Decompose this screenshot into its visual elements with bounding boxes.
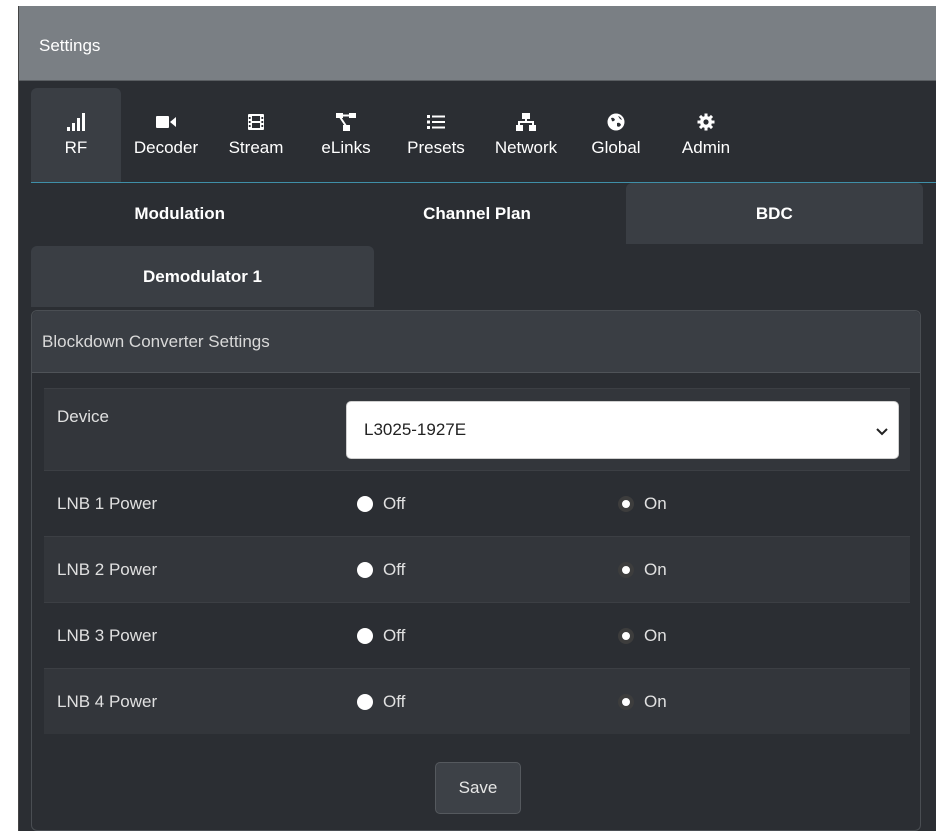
tab-stream[interactable]: Stream (211, 88, 301, 182)
gear-icon (697, 111, 715, 133)
tab-demodulator-1[interactable]: Demodulator 1 (31, 246, 374, 307)
network-icon (516, 111, 536, 133)
settings-rows: Device L3025-1927E LNB 1 Power Off On LN… (44, 388, 910, 734)
radio-label: Off (383, 691, 406, 711)
main-tab-bar: RF Decoder Stream eLinks Presets Network… (31, 88, 936, 183)
tab-admin[interactable]: Admin (661, 88, 751, 182)
lnb-2-label: LNB 2 Power (57, 559, 158, 579)
lnb-4-label: LNB 4 Power (57, 691, 158, 711)
tab-bdc[interactable]: BDC (625, 183, 923, 244)
lnb-3-on-radio[interactable]: On (614, 626, 667, 646)
radio-checked-icon (618, 627, 634, 644)
tab-channel-plan[interactable]: Channel Plan (328, 183, 625, 244)
radio-unchecked-icon (357, 561, 373, 578)
tab-label: Global (591, 138, 641, 157)
lnb-1-off-radio[interactable]: Off (334, 494, 614, 514)
lnb-3-off-radio[interactable]: Off (334, 626, 614, 646)
lnb-4-row: LNB 4 Power Off On (44, 668, 910, 734)
tab-network[interactable]: Network (481, 88, 571, 182)
settings-panel: Settings RF Decoder Stream eLinks Preset… (18, 6, 936, 831)
video-camera-icon (156, 111, 176, 133)
device-label: Device (57, 407, 109, 426)
device-select[interactable]: L3025-1927E (346, 401, 899, 459)
lnb-2-row: LNB 2 Power Off On (44, 536, 910, 602)
radio-label: On (644, 625, 667, 645)
radio-unchecked-icon (357, 693, 373, 710)
radio-label: Off (383, 625, 406, 645)
project-diagram-icon (336, 111, 356, 133)
tab-presets[interactable]: Presets (391, 88, 481, 182)
tab-label: RF (64, 138, 88, 157)
tab-label: Network (494, 138, 558, 157)
panel-header: Settings (19, 6, 936, 81)
tab-elinks[interactable]: eLinks (301, 88, 391, 182)
lnb-3-row: LNB 3 Power Off On (44, 602, 910, 668)
tab-label: Stream (228, 138, 284, 157)
lnb-2-on-radio[interactable]: On (614, 560, 667, 580)
lnb-2-off-radio[interactable]: Off (334, 560, 614, 580)
globe-icon (607, 111, 625, 133)
lnb-1-row: LNB 1 Power Off On (44, 470, 910, 536)
chevron-down-icon (876, 422, 888, 442)
radio-checked-icon (618, 561, 634, 578)
lnb-1-on-radio[interactable]: On (614, 494, 667, 514)
device-select-value: L3025-1927E (364, 420, 467, 439)
page-margin (0, 0, 6, 831)
radio-label: On (644, 493, 667, 513)
lnb-4-on-radio[interactable]: On (614, 692, 667, 712)
radio-label: On (644, 559, 667, 579)
radio-label: On (644, 691, 667, 711)
tab-decoder[interactable]: Decoder (121, 88, 211, 182)
tab-modulation[interactable]: Modulation (31, 183, 328, 244)
list-icon (427, 111, 445, 133)
radio-unchecked-icon (357, 495, 373, 512)
tab-label: Decoder (133, 138, 199, 157)
lnb-4-off-radio[interactable]: Off (334, 692, 614, 712)
sub-tab-bar: Modulation Channel Plan BDC (31, 183, 923, 244)
save-button[interactable]: Save (435, 762, 521, 814)
radio-checked-icon (618, 693, 634, 710)
device-row: Device L3025-1927E (44, 388, 910, 470)
panel-title: Settings (39, 36, 101, 55)
lnb-1-label: LNB 1 Power (57, 493, 158, 513)
signal-bars-icon (66, 111, 86, 133)
section-title: Blockdown Converter Settings (32, 311, 920, 373)
radio-unchecked-icon (357, 627, 373, 644)
tab-label: Admin (681, 138, 731, 157)
radio-checked-icon (618, 495, 634, 512)
lnb-3-label: LNB 3 Power (57, 625, 158, 645)
tab-label: eLinks (321, 138, 371, 157)
film-icon (248, 111, 264, 133)
tab-label: Presets (407, 138, 465, 157)
radio-label: Off (383, 493, 406, 513)
bdc-settings-section: Blockdown Converter Settings Device L302… (31, 310, 921, 831)
radio-label: Off (383, 559, 406, 579)
tab-global[interactable]: Global (571, 88, 661, 182)
tab-rf[interactable]: RF (31, 88, 121, 182)
